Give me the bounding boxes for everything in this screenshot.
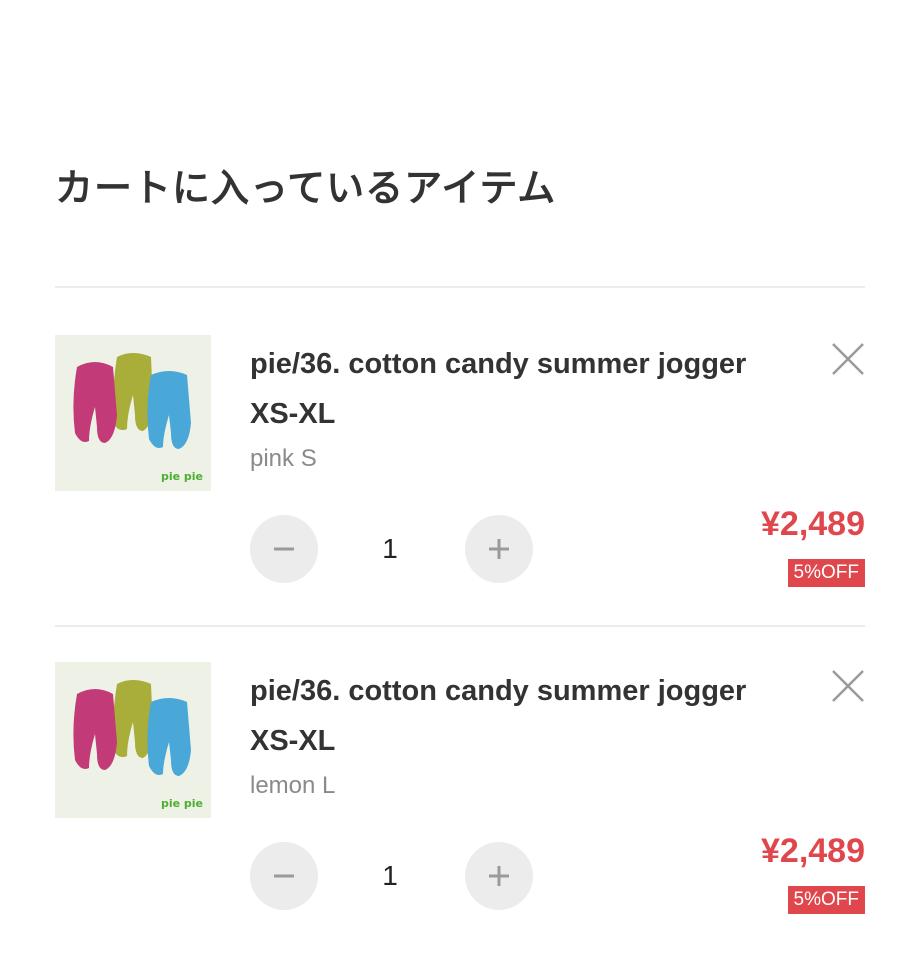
- divider: [55, 286, 865, 288]
- close-icon: [832, 343, 864, 375]
- item-price: ¥2,489: [761, 505, 865, 543]
- item-variant: pink S: [250, 445, 317, 472]
- thumbnail-brand-text: pie pie: [160, 470, 203, 483]
- decrease-quantity-button[interactable]: [250, 515, 318, 583]
- remove-item-button[interactable]: [830, 341, 866, 377]
- increase-quantity-button[interactable]: [465, 515, 533, 583]
- remove-item-button[interactable]: [830, 668, 866, 704]
- minus-icon: [274, 547, 294, 551]
- item-variant: lemon L: [250, 772, 336, 799]
- divider: [55, 625, 865, 627]
- product-image: [73, 680, 191, 776]
- discount-badge: 5%OFF: [787, 886, 865, 914]
- cart-item: pie pie pie/36. cotton candy summer jogg…: [0, 335, 920, 635]
- item-price: ¥2,489: [761, 832, 865, 870]
- plus-icon: [489, 539, 509, 559]
- minus-icon: [274, 874, 294, 878]
- cart-item: pie pie pie/36. cotton candy summer jogg…: [0, 662, 920, 962]
- increase-quantity-button[interactable]: [465, 842, 533, 910]
- product-thumbnail[interactable]: pie pie: [55, 662, 211, 818]
- decrease-quantity-button[interactable]: [250, 842, 318, 910]
- discount-badge: 5%OFF: [787, 559, 865, 587]
- quantity-value: 1: [382, 533, 398, 564]
- product-image: [73, 353, 191, 449]
- quantity-value: 1: [382, 860, 398, 891]
- product-thumbnail[interactable]: pie pie: [55, 335, 211, 491]
- close-icon: [832, 670, 864, 702]
- item-name[interactable]: pie/36. cotton candy summer jogger XS-XL: [250, 339, 790, 439]
- plus-icon: [489, 866, 509, 886]
- item-name[interactable]: pie/36. cotton candy summer jogger XS-XL: [250, 666, 790, 766]
- thumbnail-brand-text: pie pie: [160, 797, 203, 810]
- page-title: カートに入っているアイテム: [55, 166, 557, 210]
